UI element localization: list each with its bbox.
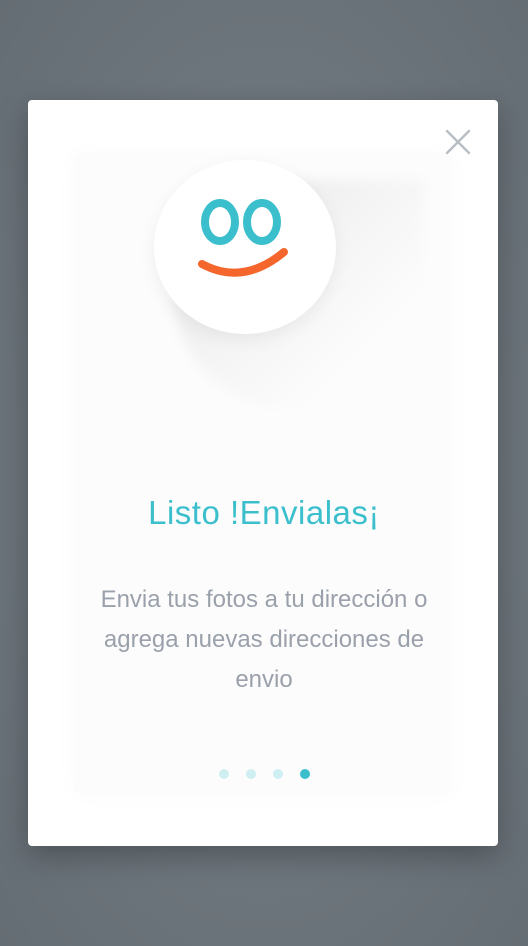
page-dot-3[interactable] xyxy=(272,769,283,779)
modal-title: Listo !Envialas¡ xyxy=(148,494,380,531)
smiley-face-icon xyxy=(198,199,288,277)
page-dot-2[interactable] xyxy=(245,769,256,779)
smiley-circle xyxy=(154,160,336,334)
page-dot-1[interactable] xyxy=(218,769,229,779)
pagination-dots xyxy=(0,769,528,781)
page-dot-4-active[interactable] xyxy=(299,769,310,779)
illustration xyxy=(154,160,424,410)
modal-description: Envia tus fotos a tu dirección o agrega … xyxy=(100,586,428,693)
